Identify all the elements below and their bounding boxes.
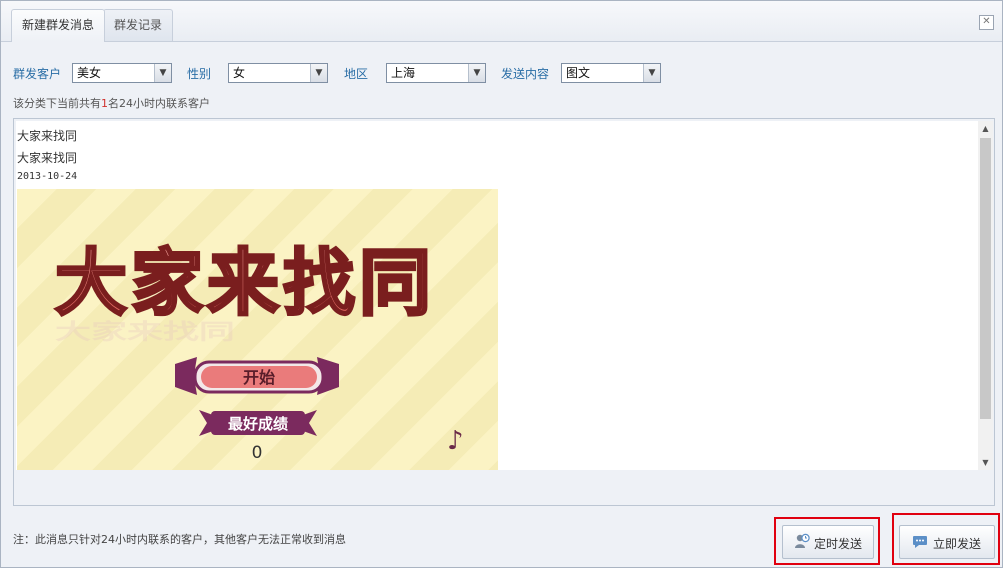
music-note-icon: ♪ <box>447 426 464 456</box>
count-suffix: 名24小时内联系客户 <box>108 97 210 110</box>
message-preview-panel: 大家来找同 大家来找同 2013-10-24 大家来找同 大家来找同 开始 最好… <box>13 118 995 506</box>
best-score-banner: 最好成绩 <box>199 410 317 436</box>
customer-count-text: 该分类下当前共有1名24小时内联系客户 <box>13 95 210 111</box>
gender-select[interactable]: 女 ▼ <box>228 63 328 83</box>
best-score-label: 最好成绩 <box>228 415 288 433</box>
preview-title: 大家来找同 <box>17 129 78 143</box>
highlight-box-send-now <box>892 513 1000 565</box>
content-type-select[interactable]: 图文 ▼ <box>561 63 661 83</box>
count-prefix: 该分类下当前共有 <box>13 97 101 110</box>
tab-bar: 新建群发消息 群发记录 ✕ <box>1 1 1002 42</box>
customer-select[interactable]: 美女 ▼ <box>72 63 172 83</box>
game-title: 大家来找同 <box>55 241 435 325</box>
customer-label: 群发客户 <box>13 67 62 81</box>
game-cover-art: 大家来找同 大家来找同 开始 最好成绩 0 ♪ <box>54 240 464 464</box>
mass-send-window: 新建群发消息 群发记录 ✕ 群发客户 美女 ▼ 性别 女 ▼ 地区 上海 ▼ 发… <box>0 0 1003 568</box>
chevron-down-icon: ▼ <box>468 64 485 82</box>
chevron-down-icon: ▼ <box>154 64 171 82</box>
vertical-scrollbar[interactable]: ▲ ▼ <box>978 121 993 470</box>
content-type-select-value: 图文 <box>566 66 591 80</box>
chevron-down-icon: ▼ <box>310 64 327 82</box>
gender-select-value: 女 <box>233 66 246 80</box>
best-score-value: 0 <box>252 443 263 463</box>
preview-cover-image: 大家来找同 大家来找同 开始 最好成绩 0 ♪ <box>17 189 498 470</box>
region-label: 地区 <box>344 67 369 81</box>
gender-label: 性别 <box>187 67 212 81</box>
chevron-down-icon: ▼ <box>643 64 660 82</box>
tab-mass-send-history[interactable]: 群发记录 <box>103 9 174 41</box>
preview-date: 2013-10-24 <box>17 171 78 182</box>
tab-new-mass-message[interactable]: 新建群发消息 <box>11 9 106 42</box>
game-title-reflection: 大家来找同 <box>55 319 235 344</box>
delivery-note: 注：此消息只针对24小时内联系的客户，其他客户无法正常收到消息 <box>13 533 346 546</box>
start-label: 开始 <box>243 368 275 387</box>
highlight-box-scheduled <box>774 517 880 565</box>
customer-select-value: 美女 <box>77 66 102 80</box>
start-button-art: 开始 <box>175 357 339 395</box>
preview-subtitle: 大家来找同 <box>17 151 78 165</box>
content-type-label: 发送内容 <box>501 67 550 81</box>
scroll-down-icon[interactable]: ▼ <box>978 455 993 470</box>
scroll-up-icon[interactable]: ▲ <box>978 121 993 136</box>
region-select[interactable]: 上海 ▼ <box>386 63 486 83</box>
message-preview[interactable]: 大家来找同 大家来找同 2013-10-24 大家来找同 大家来找同 开始 最好… <box>16 121 978 470</box>
close-icon[interactable]: ✕ <box>979 15 994 30</box>
scrollbar-thumb[interactable] <box>980 138 991 419</box>
count-number: 1 <box>101 97 108 110</box>
region-select-value: 上海 <box>391 66 416 80</box>
